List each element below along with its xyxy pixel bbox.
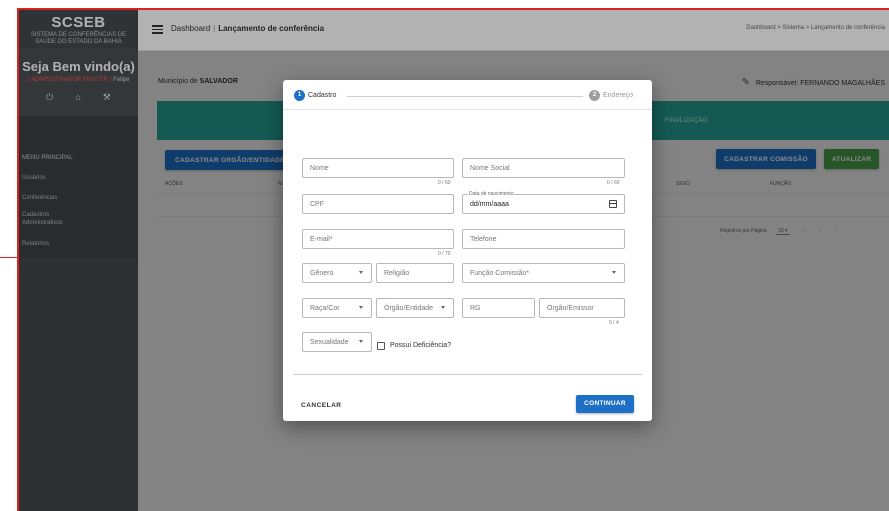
religiao-field[interactable]: Religião	[376, 263, 454, 283]
nome-social-field[interactable]: Nome Social	[462, 158, 625, 178]
nome-field[interactable]: Nome	[302, 158, 454, 178]
frame-border-top	[17, 8, 889, 10]
nome-counter: 0 / 60	[438, 180, 451, 186]
cpf-field[interactable]: CPF	[302, 194, 454, 214]
possui-deficiencia-label[interactable]: Possui Deficiência?	[390, 342, 451, 349]
email-counter: 0 / 70	[438, 251, 451, 257]
dropdown-arrow-icon	[359, 340, 363, 343]
genero-select[interactable]: Gênero	[302, 263, 372, 283]
sexualidade-select[interactable]: Sexualidade	[302, 332, 372, 352]
continue-button[interactable]: CONTINUAR	[576, 395, 634, 413]
rg-field[interactable]: RG	[462, 298, 535, 318]
funcao-comissao-select[interactable]: Função Comissão*	[462, 263, 625, 283]
dialog-stepper: 1 Cadastro 2 Endereço	[283, 80, 652, 110]
step-connector	[347, 96, 583, 97]
orgao-emissor-field[interactable]: Orgão/Emissor	[539, 298, 625, 318]
cadastro-dialog: 1 Cadastro 2 Endereço Nome 0 / 60 Nome S…	[283, 80, 652, 421]
step-1-label: Cadastro	[308, 92, 337, 99]
orgao-emissor-counter: 0 / 4	[609, 320, 619, 326]
orgao-entidade-select[interactable]: Órgão/Entidade	[376, 298, 454, 318]
email-field[interactable]: E-mail*	[302, 229, 454, 249]
dropdown-arrow-icon	[441, 306, 445, 309]
modal-backdrop-header	[138, 10, 889, 51]
calendar-icon[interactable]	[609, 200, 617, 208]
dropdown-arrow-icon	[612, 271, 616, 274]
possui-deficiencia-checkbox[interactable]	[377, 342, 385, 350]
dropdown-arrow-icon	[359, 306, 363, 309]
frame-border-left	[17, 8, 19, 511]
telefone-field[interactable]: Telefone	[462, 229, 625, 249]
modal-backdrop-sidebar	[19, 10, 138, 511]
data-nascimento-field[interactable]: Data de nascimento dd/mm/aaaa	[462, 191, 625, 214]
raca-cor-select[interactable]: Raça/Cor	[302, 298, 372, 318]
step-2-indicator: 2	[589, 90, 600, 101]
dialog-divider	[293, 374, 642, 375]
step-1-indicator: 1	[294, 90, 305, 101]
nome-social-counter: 0 / 60	[607, 180, 620, 186]
annotation-line	[0, 257, 17, 258]
step-2-label: Endereço	[603, 92, 633, 99]
dropdown-arrow-icon	[359, 271, 363, 274]
cancel-button[interactable]: CANCELAR	[301, 402, 341, 409]
